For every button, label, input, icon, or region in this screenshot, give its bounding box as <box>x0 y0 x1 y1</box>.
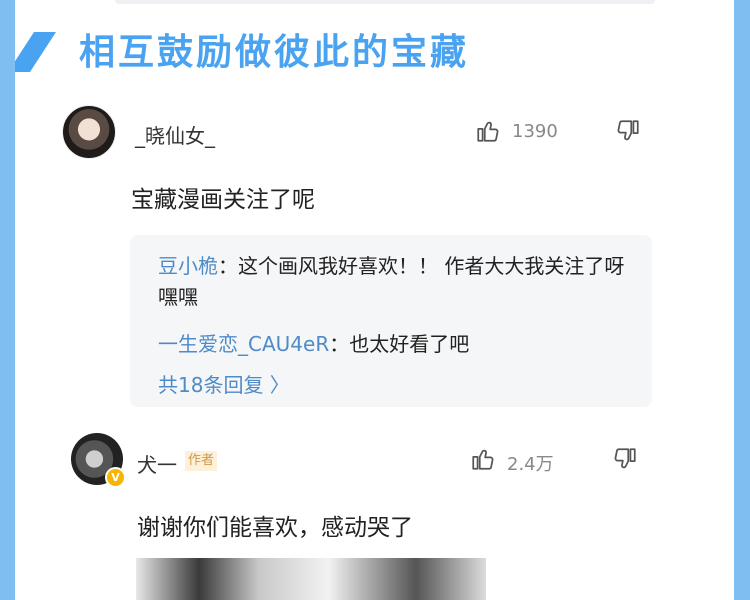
comment-username[interactable]: 犬一 <box>137 449 177 478</box>
thumbs-up-icon[interactable] <box>475 118 501 144</box>
comment-text: 谢谢你们能喜欢，感动哭了 <box>137 515 413 541</box>
section-title: 相互鼓励做彼此的宝藏 <box>79 32 470 73</box>
comment-username[interactable]: _晓仙女_ <box>135 120 215 149</box>
thumbs-down-icon[interactable] <box>612 446 638 472</box>
comment-image[interactable] <box>136 558 486 600</box>
verified-badge: V <box>105 467 126 488</box>
slash-decoration <box>15 32 56 72</box>
like-count: 1390 <box>512 121 558 142</box>
reply-preview[interactable]: 豆小桅：这个画风我好喜欢！！ 作者大大我关注了呀嘿嘿 一生爱恋_CAU4eR：也… <box>130 235 652 407</box>
like-count: 2.4万 <box>507 454 554 475</box>
comment-text: 宝藏漫画关注了呢 <box>131 187 315 213</box>
reply-username[interactable]: 一生爱恋_CAU4eR <box>158 332 329 356</box>
author-badge: 作者 <box>185 451 218 471</box>
reply-username[interactable]: 豆小桅 <box>158 254 218 278</box>
reply-separator: ： <box>329 332 350 356</box>
reply-text: 也太好看了吧 <box>349 332 470 356</box>
thumbs-down-icon[interactable] <box>615 118 641 144</box>
reply-separator: ： <box>218 254 238 278</box>
section-heading: 相互鼓励做彼此的宝藏 <box>15 28 734 80</box>
previous-item-edge <box>115 0 655 4</box>
view-more-replies-link[interactable]: 共18条回复 〉 <box>158 369 290 398</box>
reply-item[interactable]: 豆小桅：这个画风我好喜欢！！ 作者大大我关注了呀嘿嘿 <box>158 251 638 313</box>
avatar[interactable] <box>62 105 116 159</box>
comment-card: 相互鼓励做彼此的宝藏 _晓仙女_ 1390 宝藏漫画关注了呢 豆小桅：这个画风我… <box>15 0 734 600</box>
thumbs-up-icon[interactable] <box>470 446 496 472</box>
reply-item[interactable]: 一生爱恋_CAU4eR：也太好看了吧 <box>158 329 638 360</box>
